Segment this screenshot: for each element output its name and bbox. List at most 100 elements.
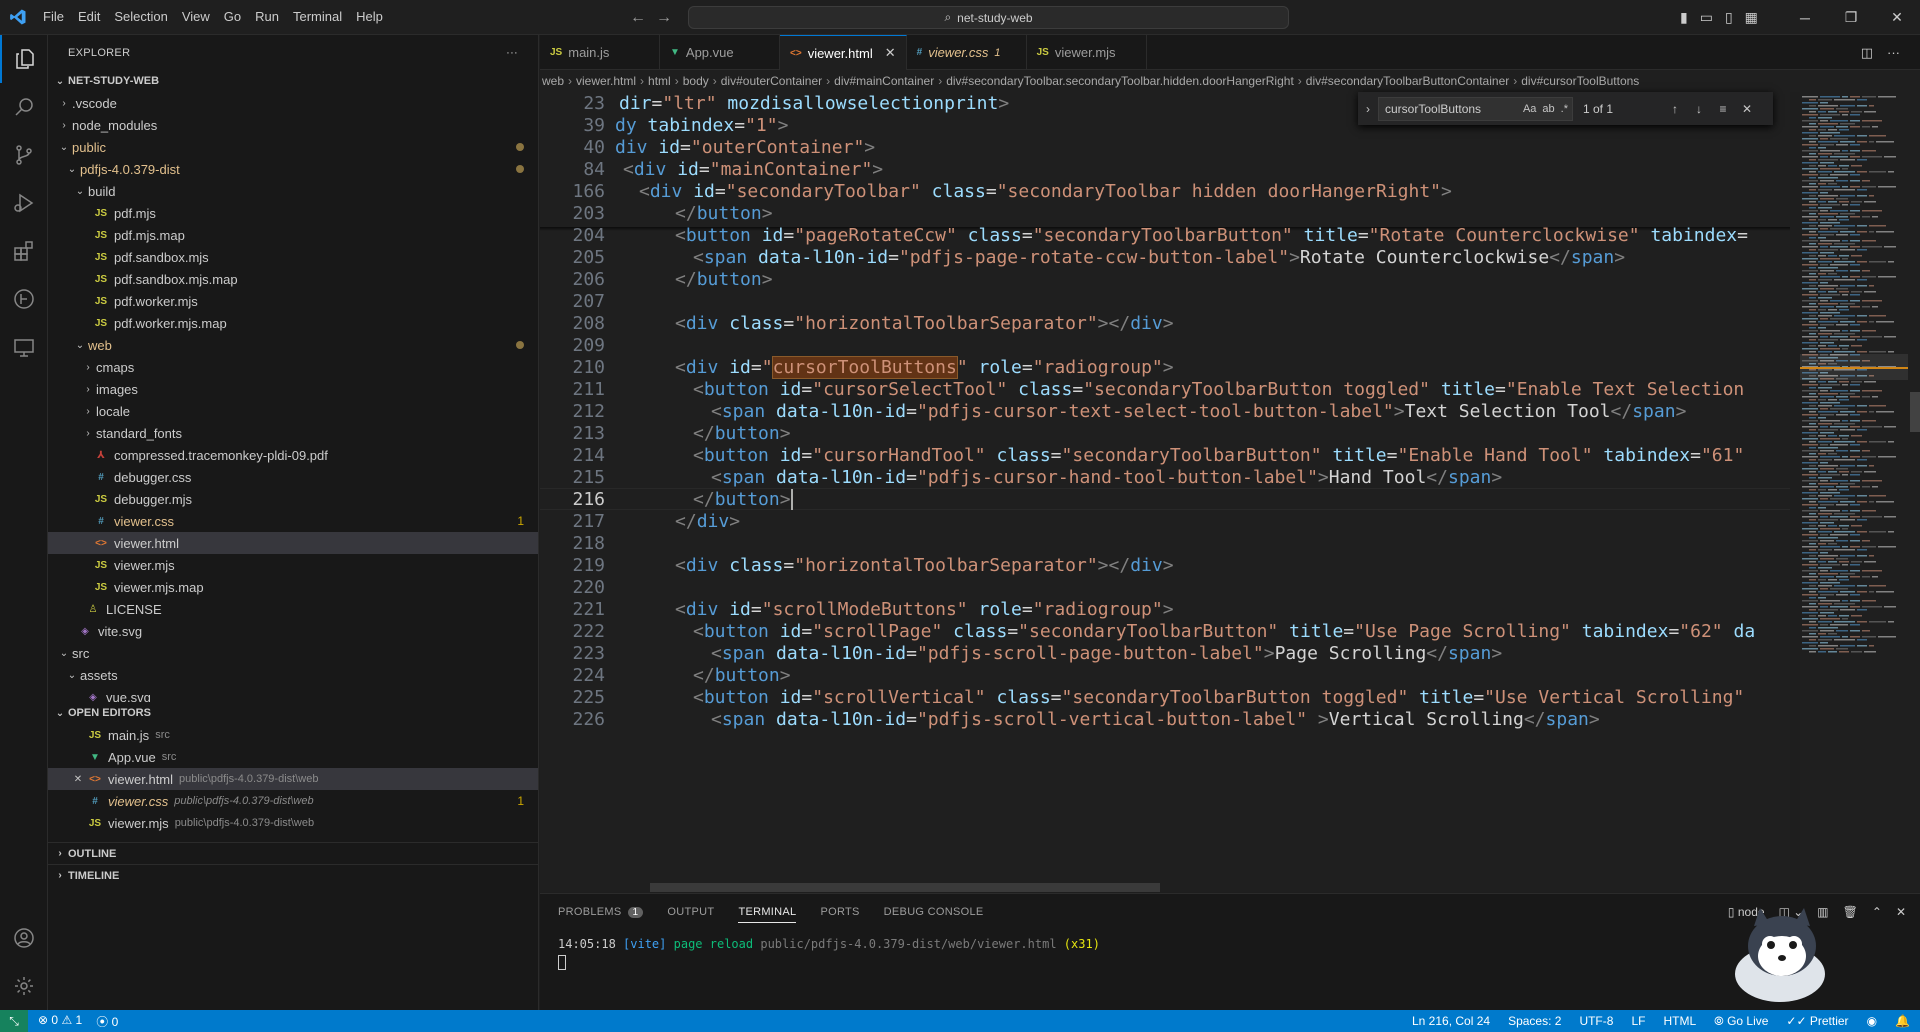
- toggle-primary-sidebar-icon[interactable]: ▮: [1680, 9, 1688, 26]
- file-item[interactable]: JS viewer.mjs: [48, 554, 538, 576]
- folder-item[interactable]: › .vscode: [48, 92, 538, 114]
- file-item[interactable]: ♙ LICENSE: [48, 598, 538, 620]
- folder-item[interactable]: ⌄ build: [48, 180, 538, 202]
- regex-toggle[interactable]: .*: [1561, 103, 1568, 115]
- file-item[interactable]: <> viewer.html: [48, 532, 538, 554]
- indentation[interactable]: Spaces: 2: [1508, 1014, 1561, 1028]
- menu-file[interactable]: File: [36, 5, 71, 29]
- more-actions-icon[interactable]: ···: [1887, 45, 1900, 60]
- minimap[interactable]: [1800, 92, 1908, 892]
- prettier-button[interactable]: ✓✓ Prettier: [1786, 1014, 1848, 1028]
- trash-icon[interactable]: 🗑: [1843, 905, 1858, 919]
- maximize-panel-icon[interactable]: ⌃: [1872, 905, 1882, 919]
- file-item[interactable]: ◈ vue.svg: [48, 686, 538, 703]
- forward-arrow-icon[interactable]: →: [656, 9, 672, 27]
- menu-go[interactable]: Go: [217, 5, 248, 29]
- ports-status[interactable]: ⦿ 0: [96, 1013, 118, 1030]
- file-item[interactable]: ⅄ compressed.tracemonkey-pldi-09.pdf: [48, 444, 538, 466]
- remote-indicator-icon[interactable]: ⤡: [0, 1010, 28, 1032]
- folder-item[interactable]: › node_modules: [48, 114, 538, 136]
- panel-tab-output[interactable]: OUTPUT: [667, 906, 714, 918]
- tab-viewer-mjs[interactable]: JS viewer.mjs: [1027, 35, 1147, 70]
- breadcrumb-item[interactable]: html: [648, 74, 671, 88]
- toggle-secondary-sidebar-icon[interactable]: ▯: [1725, 9, 1733, 26]
- panel-tab-terminal[interactable]: TERMINAL: [738, 906, 797, 923]
- project-section-header[interactable]: ⌄ NET-STUDY-WEB: [48, 70, 538, 92]
- match-word-toggle[interactable]: ab: [1542, 103, 1554, 115]
- folder-item[interactable]: › standard_fonts: [48, 422, 538, 444]
- file-item[interactable]: ◈ vite.svg: [48, 620, 538, 642]
- folder-item[interactable]: ⌄ web: [48, 334, 538, 356]
- timeline-header[interactable]: › TIMELINE: [48, 864, 538, 886]
- tab-viewer-html[interactable]: <> viewer.html ✕: [780, 35, 907, 70]
- menu-run[interactable]: Run: [248, 5, 286, 29]
- menu-help[interactable]: Help: [349, 5, 390, 29]
- file-item[interactable]: # debugger.css: [48, 466, 538, 488]
- scrollbar-thumb[interactable]: [1910, 392, 1920, 432]
- tab-main-js[interactable]: JS main.js: [540, 35, 660, 70]
- code-editor[interactable]: 23 dir="ltr" mozdisallowselectionprint> 39…: [540, 92, 1790, 892]
- file-item[interactable]: JS pdf.sandbox.mjs.map: [48, 268, 538, 290]
- folder-item[interactable]: › locale: [48, 400, 538, 422]
- file-item[interactable]: JS pdf.sandbox.mjs: [48, 246, 538, 268]
- match-case-toggle[interactable]: Aa: [1523, 103, 1536, 115]
- file-item[interactable]: JS viewer.mjs.map: [48, 576, 538, 598]
- panel-tab-ports[interactable]: PORTS: [820, 906, 859, 918]
- open-editors-header[interactable]: ⌄ OPEN EDITORS: [48, 702, 538, 724]
- horizontal-scrollbar[interactable]: [650, 883, 1160, 892]
- notifications-icon[interactable]: 🔔: [1895, 1014, 1910, 1028]
- file-item[interactable]: JS pdf.worker.mjs.map: [48, 312, 538, 334]
- close-find-icon[interactable]: ✕: [1735, 102, 1759, 116]
- copilot-icon[interactable]: ◉: [1867, 1014, 1877, 1028]
- minimize-button[interactable]: ─: [1782, 0, 1828, 35]
- folder-item[interactable]: › cmaps: [48, 356, 538, 378]
- folder-item[interactable]: ⌄ src: [48, 642, 538, 664]
- folder-item[interactable]: › images: [48, 378, 538, 400]
- find-input[interactable]: cursorToolButtons Aa ab .*: [1378, 96, 1573, 121]
- breadcrumb-item[interactable]: div#cursorToolButtons: [1521, 74, 1639, 88]
- tab-App-vue[interactable]: ▼ App.vue: [660, 35, 780, 70]
- explorer-icon[interactable]: [0, 35, 48, 83]
- open-editor-item[interactable]: ✕ <> viewer.html public\pdfjs-4.0.379-dist\…: [48, 768, 538, 790]
- more-actions-icon[interactable]: ···: [506, 47, 518, 59]
- close-window-button[interactable]: ✕: [1874, 0, 1920, 35]
- language-mode[interactable]: HTML: [1663, 1014, 1696, 1028]
- extensions-icon[interactable]: [0, 227, 48, 275]
- split-editor-icon[interactable]: ◫: [1861, 45, 1873, 61]
- close-panel-icon[interactable]: ✕: [1896, 905, 1906, 919]
- toggle-replace-icon[interactable]: ›: [1358, 102, 1378, 116]
- panel-tab-problems[interactable]: PROBLEMS 1: [558, 906, 644, 918]
- panel-tab-debug-console[interactable]: DEBUG CONSOLE: [884, 906, 984, 918]
- previous-match-icon[interactable]: ↑: [1663, 102, 1687, 116]
- file-item[interactable]: JS pdf.mjs: [48, 202, 538, 224]
- search-activity-icon[interactable]: [0, 83, 48, 131]
- file-item[interactable]: JS pdf.worker.mjs: [48, 290, 538, 312]
- close-tab-icon[interactable]: ✕: [885, 45, 896, 61]
- problems-status[interactable]: ⊗ 0 ⚠ 1: [38, 1013, 82, 1030]
- tab-viewer-css[interactable]: # viewer.css 1: [907, 35, 1027, 70]
- file-item[interactable]: JS debugger.mjs: [48, 488, 538, 510]
- outline-header[interactable]: › OUTLINE: [48, 842, 538, 864]
- menu-terminal[interactable]: Terminal: [286, 5, 349, 29]
- open-editor-item[interactable]: JS main.js src: [48, 724, 538, 746]
- manage-gear-icon[interactable]: [0, 962, 48, 1010]
- find-in-selection-icon[interactable]: ≡: [1711, 102, 1735, 116]
- breadcrumb-item[interactable]: div#outerContainer: [721, 74, 822, 88]
- source-control-icon[interactable]: [0, 131, 48, 179]
- toggle-panel-icon[interactable]: ▭: [1700, 9, 1713, 26]
- folder-item[interactable]: ⌄ public: [48, 136, 538, 158]
- go-live-button[interactable]: ⦾ Go Live: [1714, 1014, 1768, 1029]
- breadcrumb-item[interactable]: web: [542, 74, 564, 88]
- run-debug-icon[interactable]: [0, 179, 48, 227]
- end-of-line[interactable]: LF: [1631, 1014, 1645, 1028]
- breadcrumb-item[interactable]: div#secondaryToolbarButtonContainer: [1306, 74, 1509, 88]
- open-editor-item[interactable]: # viewer.css public\pdfjs-4.0.379-dist\web…: [48, 790, 538, 812]
- file-item[interactable]: # viewer.css 1: [48, 510, 538, 532]
- breadcrumb-item[interactable]: div#mainContainer: [834, 74, 934, 88]
- close-icon[interactable]: ✕: [70, 774, 86, 785]
- customize-layout-icon[interactable]: ▦: [1745, 9, 1758, 26]
- restore-button[interactable]: ❐: [1828, 0, 1874, 35]
- menu-edit[interactable]: Edit: [71, 5, 107, 29]
- breadcrumb-item[interactable]: body: [683, 74, 709, 88]
- gitlens-icon[interactable]: [0, 275, 48, 323]
